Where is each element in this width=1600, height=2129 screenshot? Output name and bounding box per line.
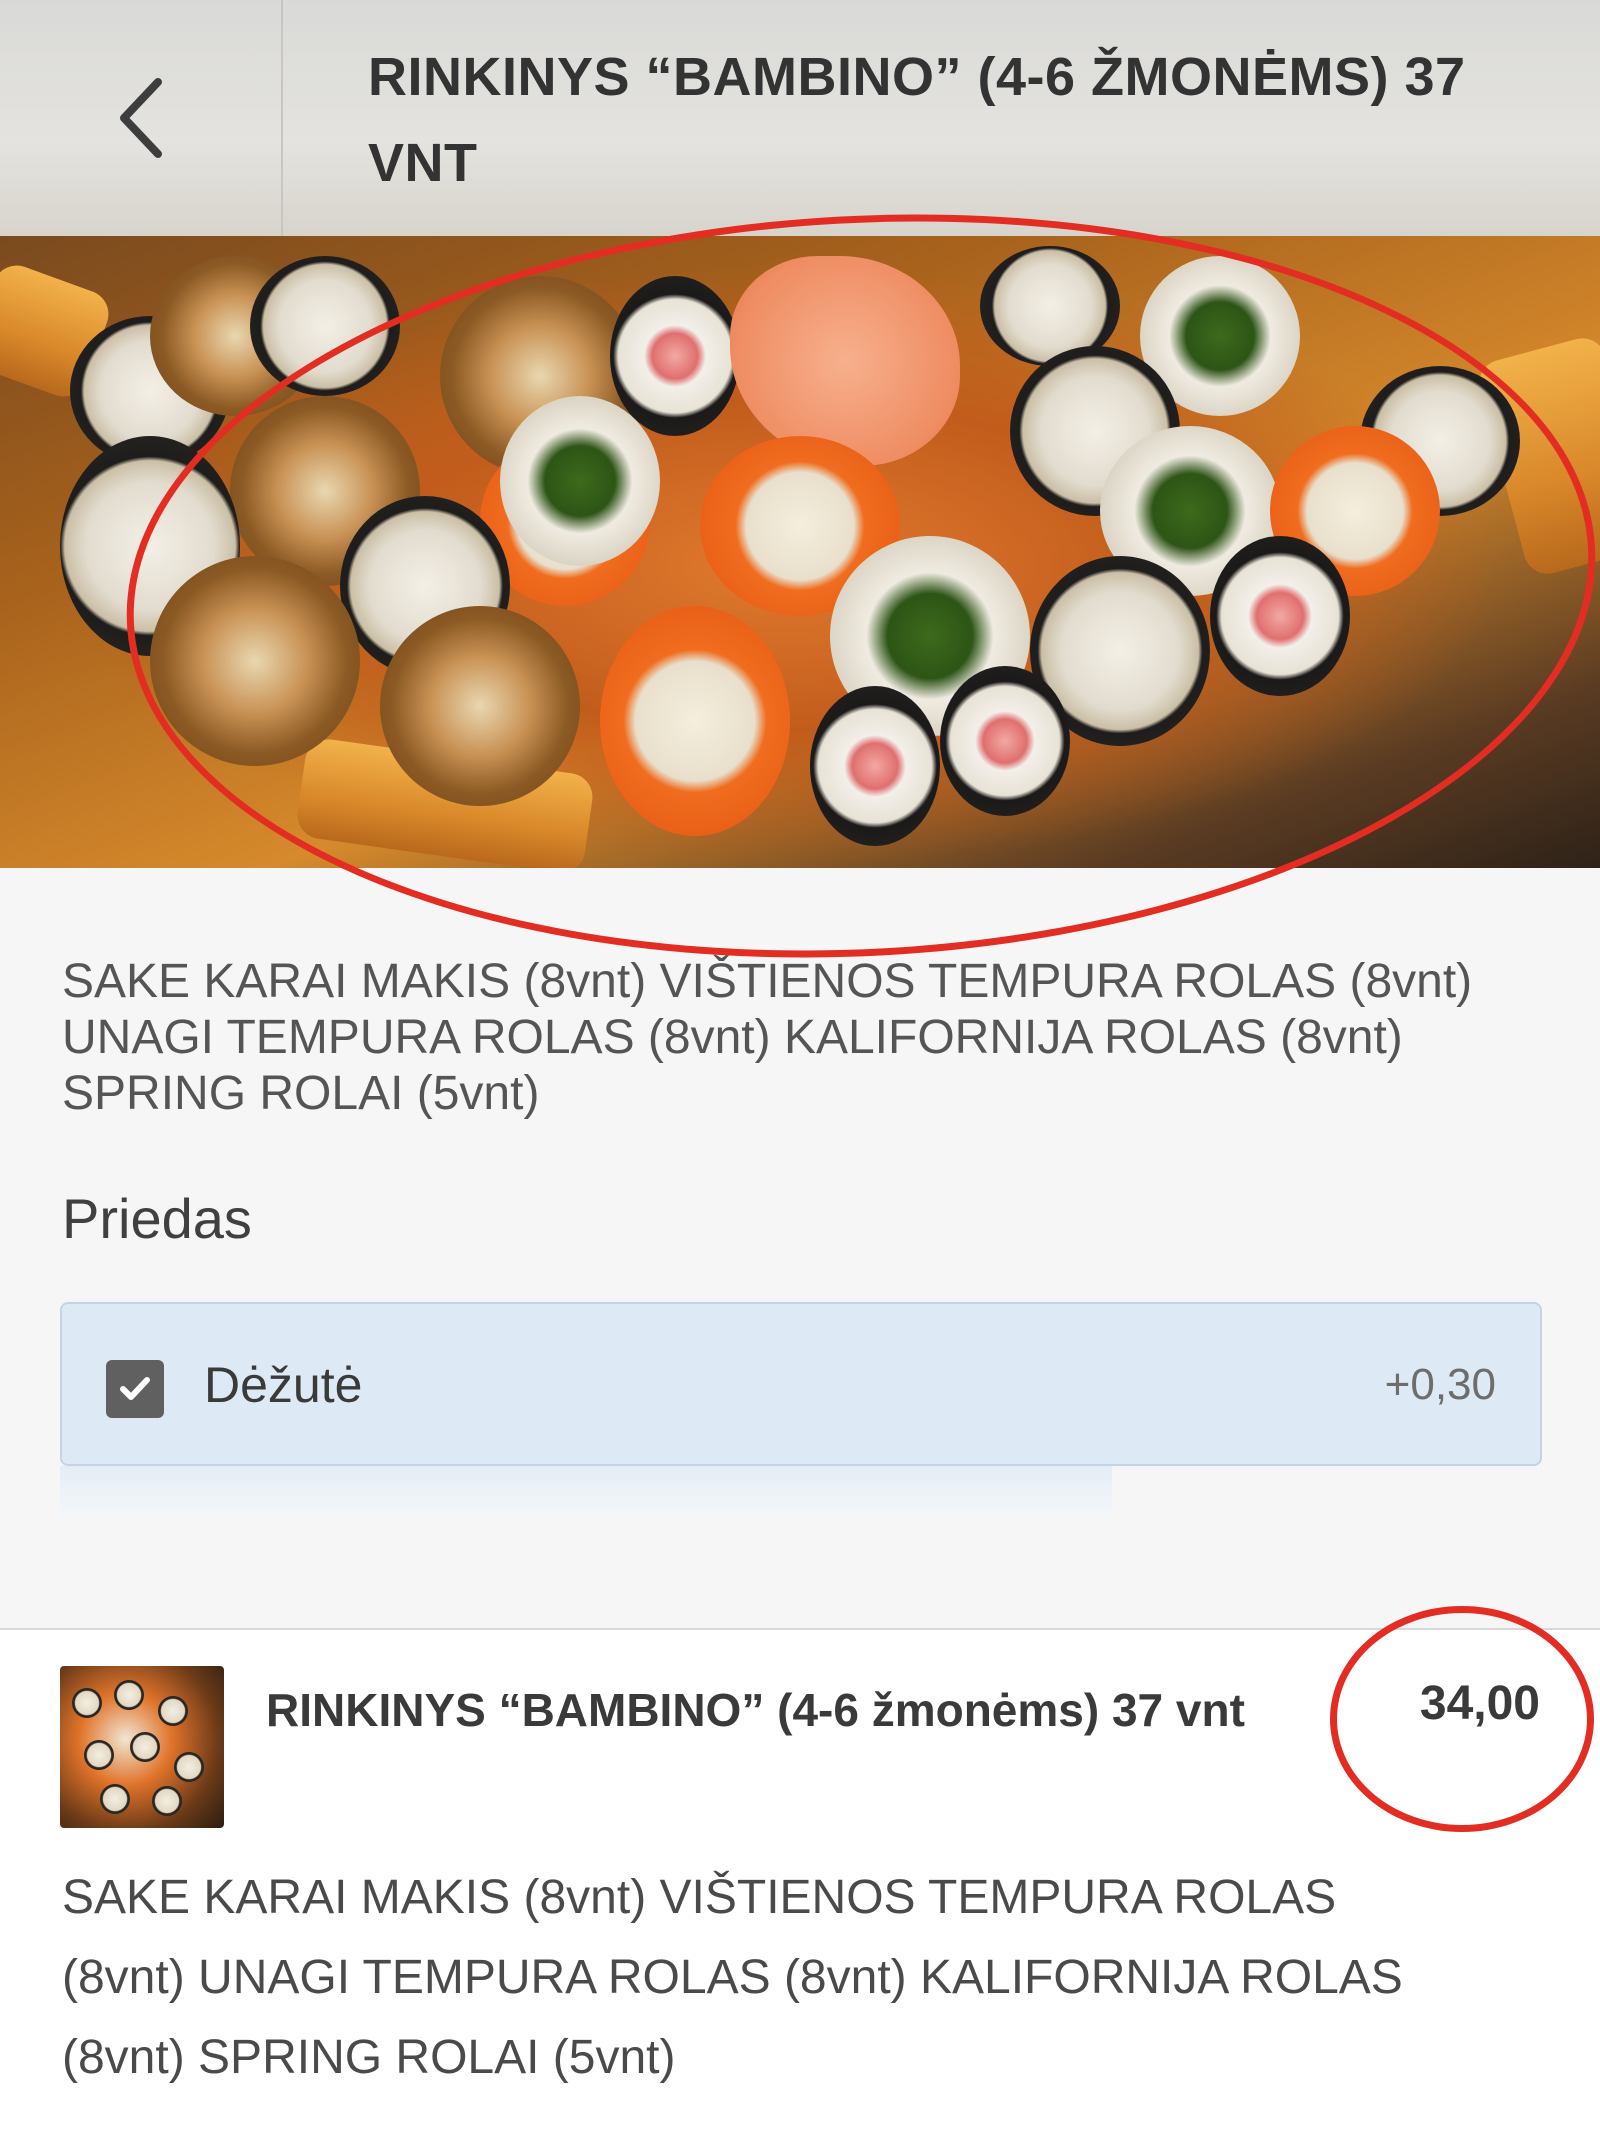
back-button[interactable]: [0, 0, 283, 236]
addons-section-label: Priedas: [62, 1187, 252, 1250]
addon-checkbox[interactable]: [106, 1360, 164, 1418]
cart-item-description: SAKE KARAI MAKIS (8vnt) VIŠTIENOS TEMPUR…: [62, 1871, 1403, 2084]
addon-option-price: +0,30: [1384, 1360, 1496, 1409]
section-divider: [0, 1628, 1600, 1630]
product-image: [0, 236, 1600, 868]
cart-item-name: RINKINYS “BAMBINO” (4-6 žmonėms) 37 vnt: [266, 1684, 1245, 1736]
cart-item-price: 34,00: [1419, 1677, 1540, 1730]
app-header: RINKINYS “BAMBINO” (4-6 ŽMONĖMS) 37 VNT: [0, 0, 1600, 236]
item-thumbnail: [60, 1666, 224, 1828]
product-description: SAKE KARAI MAKIS (8vnt) VIŠTIENOS TEMPUR…: [62, 955, 1473, 1120]
page-title: RINKINYS “BAMBINO” (4-6 ŽMONĖMS) 37 VNT: [368, 47, 1466, 193]
checkmark-icon: [120, 1377, 150, 1400]
addon-option-label: Dėžutė: [204, 1357, 363, 1413]
option-card-shadow: [60, 1466, 1112, 1516]
addon-option-box[interactable]: Dėžutė +0,30: [60, 1302, 1542, 1466]
chevron-left-icon: [119, 78, 162, 158]
